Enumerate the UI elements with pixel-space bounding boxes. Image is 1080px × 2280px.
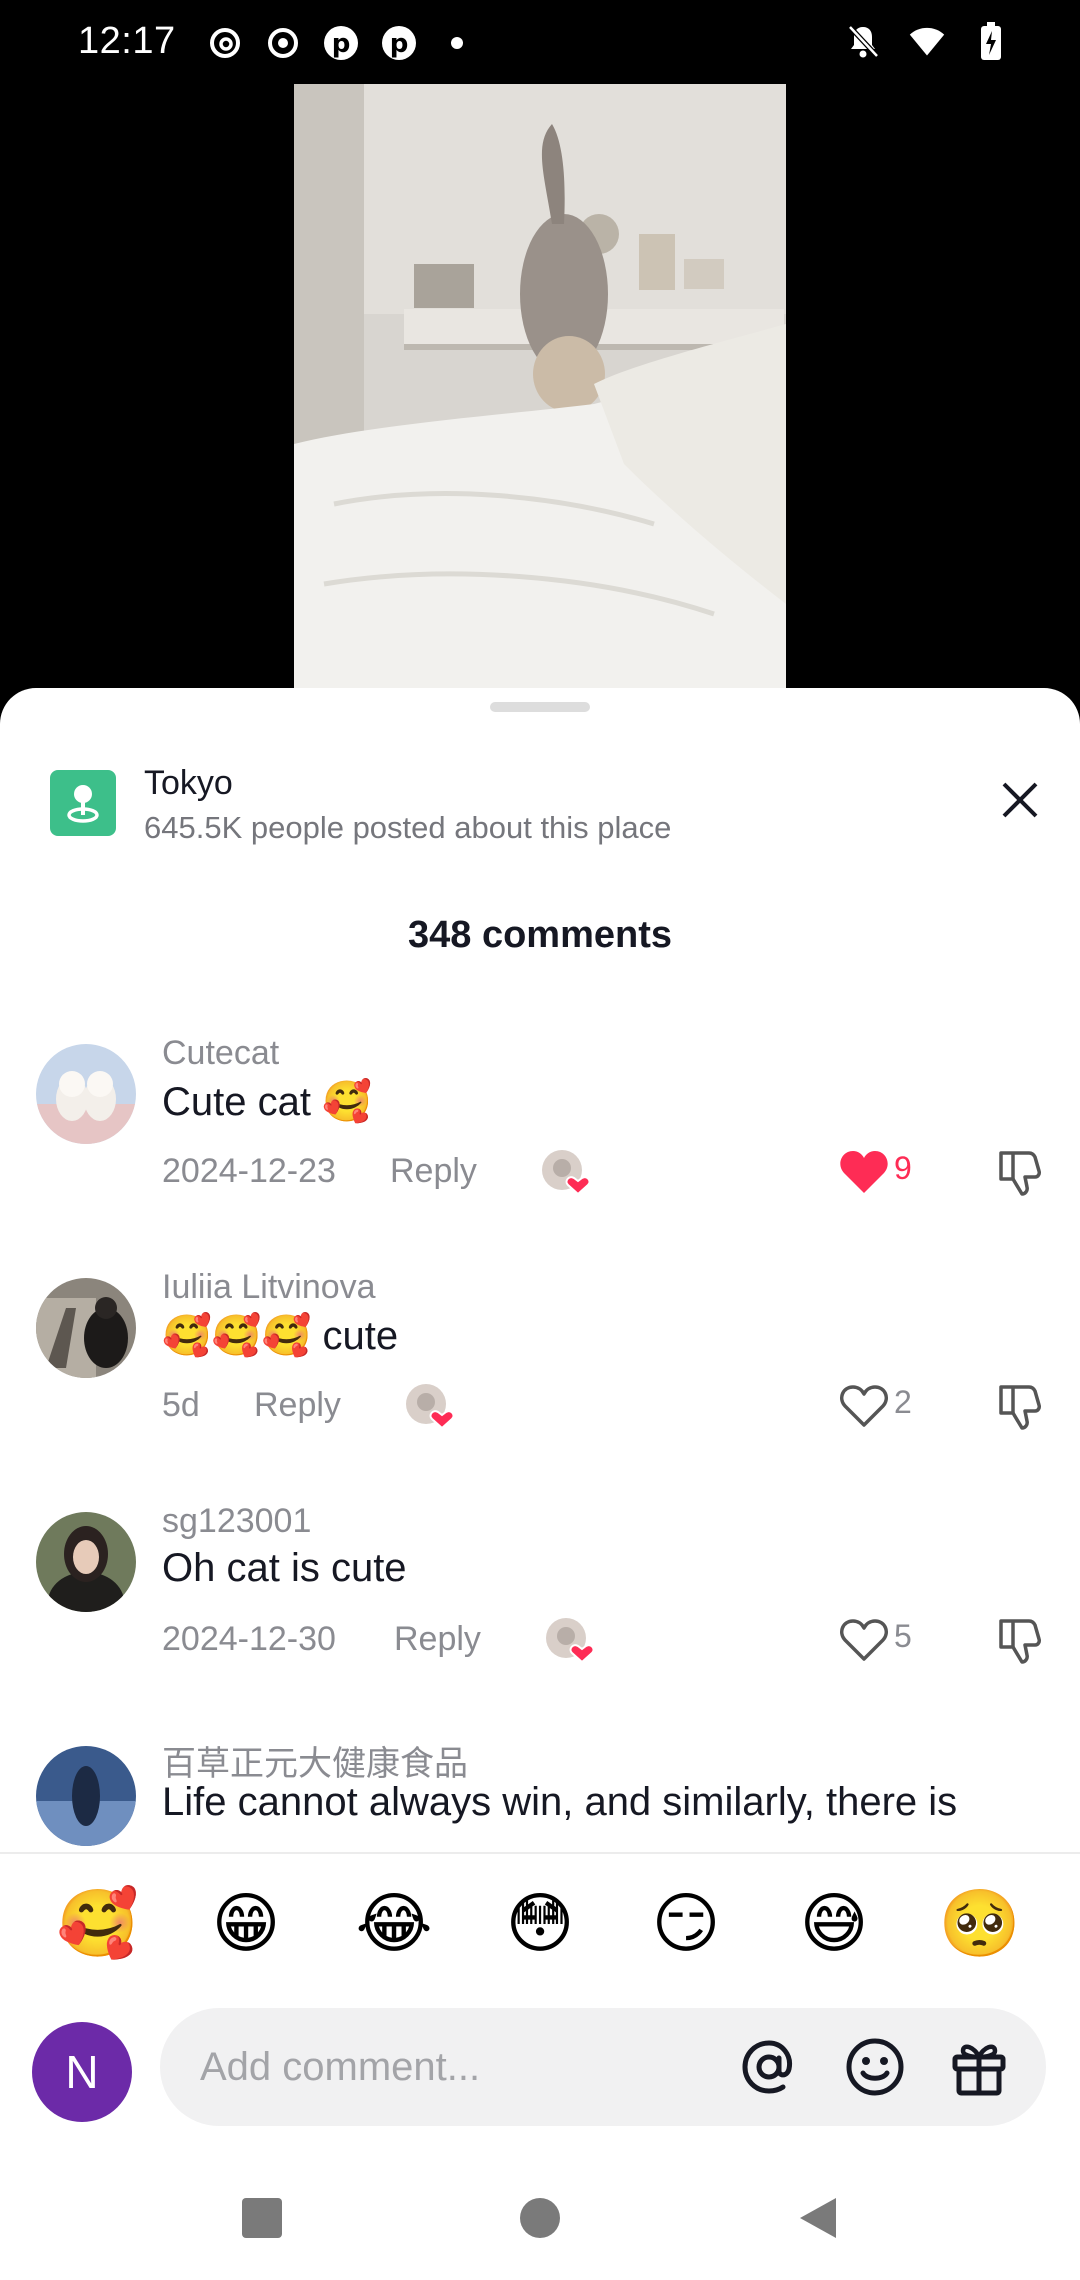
emoji-button[interactable]: 🥺 xyxy=(930,1874,1030,1974)
comment-text: Cute cat 🥰 xyxy=(162,1080,372,1124)
heart-filled-icon xyxy=(840,1151,888,1193)
recents-button[interactable] xyxy=(232,2188,292,2248)
reply-button[interactable]: Reply xyxy=(390,1152,477,1191)
dislike-button[interactable] xyxy=(990,1376,1050,1436)
svg-text:p: p xyxy=(332,29,351,59)
close-icon xyxy=(1002,782,1038,818)
comment-text: Oh cat is cute xyxy=(162,1546,407,1590)
comment-text: Life cannot always win, and similarly, t… xyxy=(162,1780,958,1824)
emoji-button[interactable]: 😁 xyxy=(196,1874,296,1974)
emoji-button[interactable]: 🥰 xyxy=(48,1874,148,1974)
circle-icon xyxy=(520,2198,560,2238)
place-subtitle: 645.5K people posted about this place xyxy=(144,810,672,845)
emoji-button[interactable]: 😂 xyxy=(344,1874,444,1974)
square-icon xyxy=(242,2198,282,2238)
comments-sheet: Tokyo 645.5K people posted about this pl… xyxy=(0,688,1080,2280)
comment-item: sg123001 Oh cat is cute 2024-12-30 Reply… xyxy=(0,1502,1080,1732)
emoji-button[interactable]: 😳 xyxy=(490,1874,590,1974)
like-button[interactable] xyxy=(834,1610,894,1670)
creator-liked-badge xyxy=(540,1148,594,1198)
notification-icons: p p xyxy=(206,24,476,62)
comment-date: 2024-12-30 xyxy=(162,1620,336,1658)
smiley-icon xyxy=(846,2038,904,2096)
pinterest-icon: p xyxy=(322,24,360,62)
like-count: 5 xyxy=(894,1618,912,1654)
avatar[interactable] xyxy=(36,1044,136,1144)
system-navigation-bar xyxy=(0,2168,1080,2280)
emoji-quick-bar: 🥰 😁 😂 😳 😏 😅 🥺 xyxy=(0,1874,1080,1984)
gift-button[interactable] xyxy=(948,2036,1010,2098)
comment-username[interactable]: Iuliia Litvinova xyxy=(162,1268,376,1307)
home-button[interactable] xyxy=(510,2188,570,2248)
emoji-picker-button[interactable] xyxy=(844,2036,906,2098)
like-button[interactable] xyxy=(834,1142,894,1202)
reply-button[interactable]: Reply xyxy=(254,1386,341,1425)
record-icon xyxy=(264,24,302,62)
comment-date: 2024-12-23 xyxy=(162,1152,336,1190)
like-button[interactable] xyxy=(834,1376,894,1436)
emoji-button[interactable]: 😅 xyxy=(784,1874,884,1974)
comment-item: Cutecat Cute cat 🥰 2024-12-23 Reply 9 xyxy=(0,1034,1080,1264)
comment-input[interactable] xyxy=(160,2008,1046,2126)
reply-button[interactable]: Reply xyxy=(394,1620,481,1659)
thumbs-down-icon xyxy=(999,1619,1041,1664)
emoji-button[interactable]: 😏 xyxy=(636,1874,736,1974)
place-title[interactable]: Tokyo xyxy=(144,764,233,803)
battery-charging-icon xyxy=(972,22,1010,60)
threads-icon xyxy=(206,24,244,62)
wifi-icon xyxy=(908,22,946,60)
mention-button[interactable] xyxy=(738,2036,800,2098)
svg-text:p: p xyxy=(390,29,409,59)
video-frame[interactable] xyxy=(294,84,786,694)
avatar[interactable] xyxy=(36,1512,136,1612)
avatar[interactable] xyxy=(36,1746,136,1846)
location-pin-icon[interactable] xyxy=(50,770,116,836)
cat-video-image xyxy=(294,84,786,694)
comment-text: 🥰🥰🥰 cute xyxy=(162,1314,399,1358)
comment-item: Iuliia Litvinova 🥰🥰🥰 cute 5d Reply 2 xyxy=(0,1268,1080,1498)
dot-icon xyxy=(438,24,476,62)
back-triangle-icon xyxy=(800,2198,836,2238)
video-player[interactable] xyxy=(0,84,1080,704)
bell-off-icon xyxy=(844,22,882,60)
comment-username[interactable]: sg123001 xyxy=(162,1502,311,1541)
drag-handle[interactable] xyxy=(490,702,590,712)
creator-liked-badge xyxy=(544,1616,598,1666)
gift-icon xyxy=(952,2044,1006,2096)
like-count: 9 xyxy=(894,1150,912,1186)
thumbs-down-icon xyxy=(999,1151,1041,1196)
heart-outline-icon xyxy=(840,1619,888,1661)
divider xyxy=(0,1852,1080,1854)
dislike-button[interactable] xyxy=(990,1610,1050,1670)
creator-liked-badge xyxy=(404,1382,458,1432)
thumbs-down-icon xyxy=(999,1385,1041,1430)
comment-username[interactable]: 百草正元大健康食品 xyxy=(162,1736,468,1785)
my-avatar[interactable]: N xyxy=(32,2022,132,2122)
status-time: 12:17 xyxy=(78,20,176,62)
comment-username[interactable]: Cutecat xyxy=(162,1034,279,1073)
comments-count: 348 comments xyxy=(407,914,672,956)
avatar[interactable] xyxy=(36,1278,136,1378)
status-bar: 12:17 p p xyxy=(0,0,1080,84)
comment-input-row: N xyxy=(0,2008,1080,2128)
heart-outline-icon xyxy=(840,1385,888,1427)
at-sign-icon xyxy=(742,2040,793,2094)
like-count: 2 xyxy=(894,1384,912,1420)
back-button[interactable] xyxy=(788,2188,848,2248)
comment-date: 5d xyxy=(162,1386,200,1424)
system-icons xyxy=(844,22,1010,60)
pinterest-icon: p xyxy=(380,24,418,62)
comment-item: 百草正元大健康食品 Life cannot always win, and si… xyxy=(0,1736,1080,1852)
dislike-button[interactable] xyxy=(990,1142,1050,1202)
close-button[interactable] xyxy=(990,770,1050,830)
